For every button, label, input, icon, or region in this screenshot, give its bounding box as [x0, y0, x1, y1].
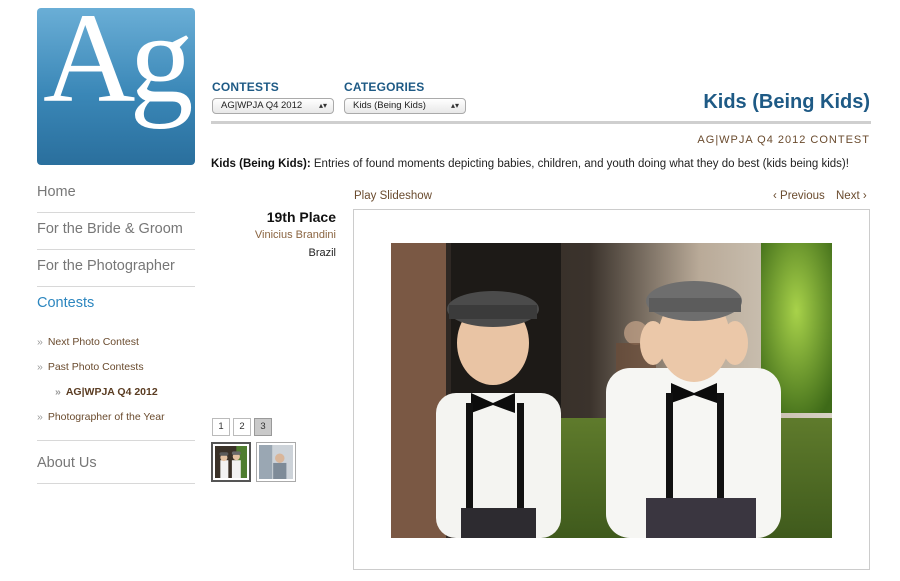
- header-divider: [211, 121, 871, 124]
- categories-filter: CATEGORIES Kids (Being Kids) ▴▾: [344, 80, 466, 114]
- bullet-icon: »: [55, 386, 61, 398]
- contests-label: CONTESTS: [212, 80, 279, 94]
- page-button-3[interactable]: 3: [254, 418, 272, 436]
- play-slideshow-link[interactable]: Play Slideshow: [354, 190, 432, 202]
- category-title: Kids (Being Kids): [703, 91, 870, 113]
- site-logo[interactable]: Ag: [37, 8, 195, 165]
- entry-country: Brazil: [308, 247, 336, 259]
- nav-bride-groom[interactable]: For the Bride & Groom: [37, 213, 195, 250]
- bullet-icon: »: [37, 361, 43, 373]
- thumbnail-1-image: [215, 446, 247, 478]
- select-caret-icon: ▴▾: [318, 101, 327, 110]
- contests-select-value: AG|WPJA Q4 2012: [221, 100, 303, 111]
- categories-select[interactable]: Kids (Being Kids) ▴▾: [344, 98, 466, 114]
- description-label: Kids (Being Kids):: [211, 158, 311, 170]
- contest-name: AG|WPJA Q4 2012 CONTEST: [697, 134, 870, 146]
- page-button-1[interactable]: 1: [212, 418, 230, 436]
- entry-pagination: 1 2 3: [212, 418, 272, 436]
- nav-past-contests[interactable]: » Past Photo Contests: [37, 355, 195, 380]
- nav-past-contests-label: Past Photo Contests: [47, 361, 144, 373]
- contests-select[interactable]: AG|WPJA Q4 2012 ▴▾: [212, 98, 334, 114]
- entry-photo[interactable]: [391, 243, 832, 538]
- next-link[interactable]: Next ›: [836, 190, 867, 202]
- categories-label: CATEGORIES: [344, 80, 425, 94]
- nav-photographer[interactable]: For the Photographer: [37, 250, 195, 287]
- contests-filter: CONTESTS AG|WPJA Q4 2012 ▴▾: [212, 80, 334, 114]
- thumbnail-2[interactable]: [256, 442, 296, 482]
- nav-next-contest[interactable]: » Next Photo Contest: [37, 330, 195, 355]
- thumbnail-strip: [211, 442, 296, 482]
- nav-home[interactable]: Home: [37, 176, 195, 213]
- thumbnail-1[interactable]: [211, 442, 251, 482]
- nav-photographer-of-year[interactable]: » Photographer of the Year: [37, 405, 195, 430]
- nav-current-contest[interactable]: » AG|WPJA Q4 2012: [37, 380, 195, 405]
- bullet-icon: »: [37, 336, 43, 348]
- entry-photographer[interactable]: Vinicius Brandini: [255, 229, 336, 241]
- page-button-2[interactable]: 2: [233, 418, 251, 436]
- photo-frame: [353, 209, 870, 570]
- nav-about[interactable]: About Us: [37, 447, 195, 484]
- logo-text: Ag: [43, 8, 193, 129]
- nav-current-contest-label: AG|WPJA Q4 2012: [65, 386, 158, 398]
- nav-next-contest-label: Next Photo Contest: [47, 336, 139, 348]
- nav-contests[interactable]: Contests: [37, 287, 195, 324]
- select-caret-icon: ▴▾: [450, 101, 459, 110]
- categories-select-value: Kids (Being Kids): [353, 100, 426, 111]
- category-description: Kids (Being Kids): Entries of found mome…: [211, 158, 871, 170]
- bullet-icon: »: [37, 411, 43, 423]
- contests-submenu: » Next Photo Contest » Past Photo Contests…: [37, 330, 195, 441]
- nav-photographer-of-year-label: Photographer of the Year: [47, 411, 165, 423]
- previous-link[interactable]: ‹ Previous: [773, 190, 825, 202]
- entry-photo-image: [391, 243, 832, 538]
- thumbnail-2-image: [259, 445, 293, 479]
- sidebar-nav: Home For the Bride & Groom For the Photo…: [37, 176, 195, 484]
- description-text: Entries of found moments depicting babie…: [313, 158, 849, 170]
- entry-place: 19th Place: [266, 209, 336, 225]
